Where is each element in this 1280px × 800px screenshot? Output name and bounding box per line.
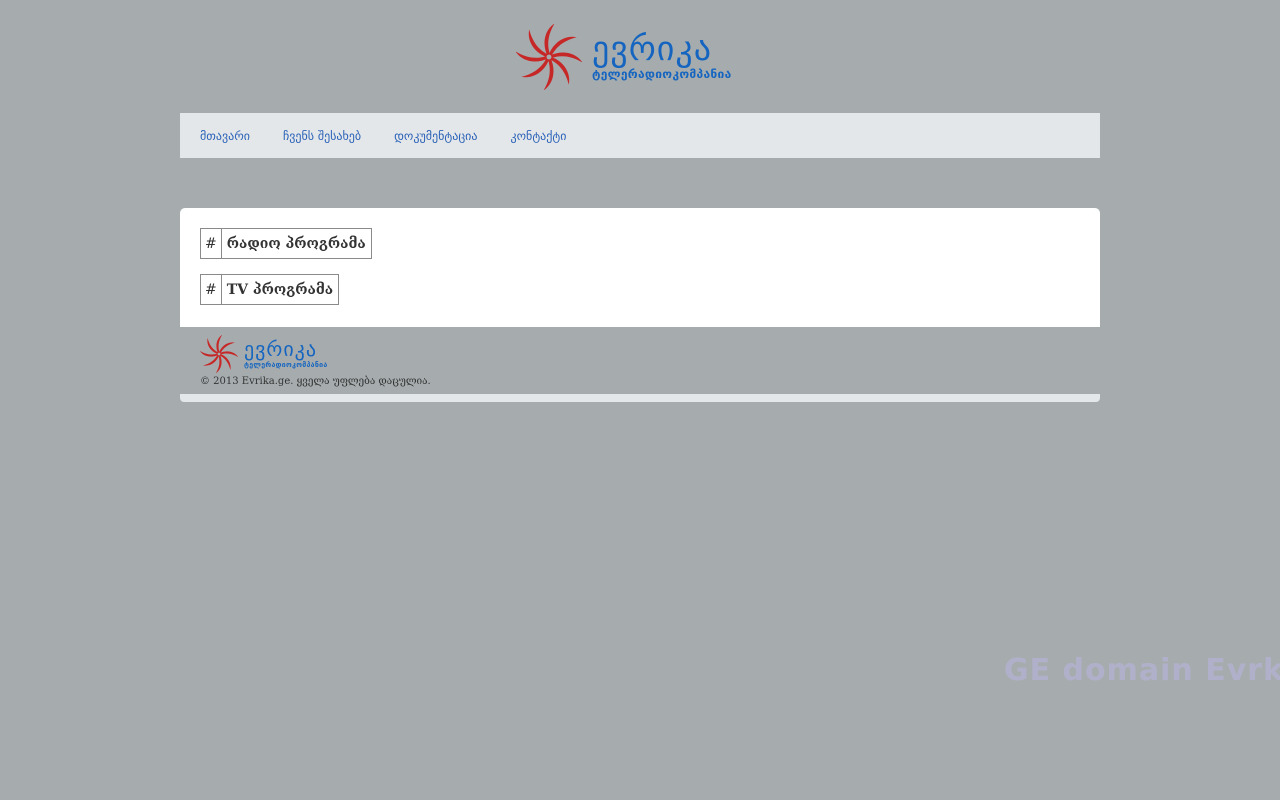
footer-bar: [180, 394, 1100, 402]
radio-program-table: # რადიო პროგრამა: [200, 228, 372, 259]
nav-item-contact[interactable]: კონტაქტი: [511, 129, 567, 143]
main-nav: მთავარი ჩვენს შესახებ დოკუმენტაცია კონტა…: [180, 113, 1100, 158]
domain-watermark: GE domain Evrk: [1004, 653, 1280, 688]
table-row: # TV პროგრამა: [200, 274, 340, 305]
table-cell-number: #: [200, 228, 222, 259]
swirl-logo-icon: [200, 335, 238, 373]
table-row: # რადიო პროგრამა: [200, 228, 372, 259]
tv-program-table: # TV პროგრამა: [200, 274, 340, 305]
copyright-text: © 2013 Evrika.ge. ყველა უფლება დაცულია.: [200, 376, 431, 387]
nav-item-about[interactable]: ჩვენს შესახებ: [283, 129, 361, 143]
header-logo-subtitle: ტელერადიოკომპანია: [592, 67, 732, 81]
page: ევრიკა ტელერადიოკომპანია მთავარი ჩვენს შ…: [0, 0, 1280, 800]
swirl-logo-icon: [516, 24, 582, 90]
footer-logo-subtitle: ტელერადიოკომპანია: [244, 361, 328, 369]
footer-logo-title: ევრიკა: [244, 337, 318, 361]
radio-program-link[interactable]: რადიო პროგრამა: [220, 228, 372, 259]
header-logo-link[interactable]: ევრიკა ტელერადიოკომპანია: [516, 22, 776, 92]
table-cell-number: #: [200, 274, 222, 305]
nav-item-home[interactable]: მთავარი: [200, 129, 250, 143]
nav-item-documentation[interactable]: დოკუმენტაცია: [394, 129, 477, 143]
footer-logo-link[interactable]: ევრიკა ტელერადიოკომპანია: [200, 335, 328, 373]
footer-logo-text: ევრიკა ტელერადიოკომპანია: [244, 338, 328, 370]
tv-program-link[interactable]: TV პროგრამა: [220, 274, 340, 305]
header-logo-title: ევრიკა: [592, 29, 712, 69]
content-panel: # რადიო პროგრამა # TV პროგრამა: [180, 208, 1100, 327]
header-logo-text: ევრიკა ტელერადიოკომპანია: [592, 32, 732, 82]
footer: ევრიკა ტელერადიოკომპანია © 2013 Evrika.g…: [180, 327, 1100, 394]
